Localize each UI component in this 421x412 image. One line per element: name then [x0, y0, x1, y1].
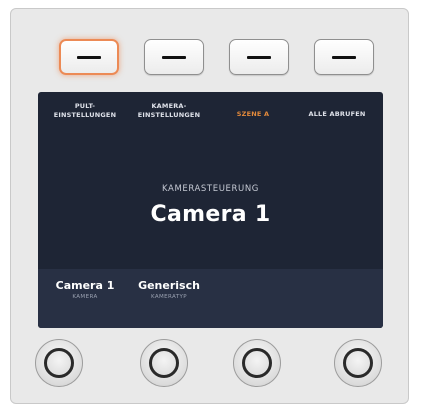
soft-button-4[interactable]	[314, 39, 374, 75]
tab-pult-einstellungen[interactable]: PULT- EINSTELLUNGEN	[42, 102, 128, 120]
field-label: KAMERATYP	[150, 294, 188, 300]
tab-label-line1: KAMERA-	[151, 102, 187, 110]
field-kamera[interactable]: Camera 1 KAMERA	[42, 279, 128, 302]
field-value: Generisch	[138, 279, 200, 292]
tab-label-line2: EINSTELLUNGEN	[53, 111, 117, 119]
knob-ring-icon	[149, 348, 179, 378]
tab-kamera-einstellungen[interactable]: KAMERA- EINSTELLUNGEN	[126, 102, 212, 120]
knob-ring-icon	[343, 348, 373, 378]
field-label: KAMERA	[72, 294, 98, 300]
rotary-knob-2[interactable]	[140, 339, 188, 387]
lcd-screen: PULT- EINSTELLUNGEN KAMERA- EINSTELLUNGE…	[38, 92, 383, 328]
tab-label: ALLE ABRUFEN	[308, 110, 366, 118]
parameter-strip: Camera 1 KAMERA Generisch KAMERATYP	[38, 269, 383, 328]
tab-label-line1: PULT-	[74, 102, 96, 110]
rotary-knob-4[interactable]	[334, 339, 382, 387]
tab-alle-abrufen[interactable]: ALLE ABRUFEN	[294, 110, 380, 119]
knob-row	[11, 339, 408, 389]
tab-label-line2: EINSTELLUNGEN	[137, 111, 201, 119]
dash-icon	[162, 56, 186, 59]
tab-szene-a[interactable]: SZENE A	[210, 110, 296, 119]
soft-button-3[interactable]	[229, 39, 289, 75]
screen-heading: KAMERASTEUERUNG	[162, 184, 259, 194]
rotary-knob-1[interactable]	[35, 339, 83, 387]
knob-ring-icon	[242, 348, 272, 378]
field-kameratyp[interactable]: Generisch KAMERATYP	[126, 279, 212, 302]
soft-button-2[interactable]	[144, 39, 204, 75]
selected-camera-name: Camera 1	[150, 202, 271, 227]
soft-button-row	[11, 39, 408, 79]
rotary-knob-3[interactable]	[233, 339, 281, 387]
dash-icon	[332, 56, 356, 59]
dash-icon	[77, 56, 101, 59]
screen-tab-row: PULT- EINSTELLUNGEN KAMERA- EINSTELLUNGE…	[38, 102, 383, 134]
dash-icon	[247, 56, 271, 59]
field-value: Camera 1	[55, 279, 115, 292]
tab-label: SZENE A	[236, 110, 270, 118]
knob-ring-icon	[44, 348, 74, 378]
control-panel: PULT- EINSTELLUNGEN KAMERA- EINSTELLUNGE…	[10, 8, 409, 404]
soft-button-1[interactable]	[59, 39, 119, 75]
